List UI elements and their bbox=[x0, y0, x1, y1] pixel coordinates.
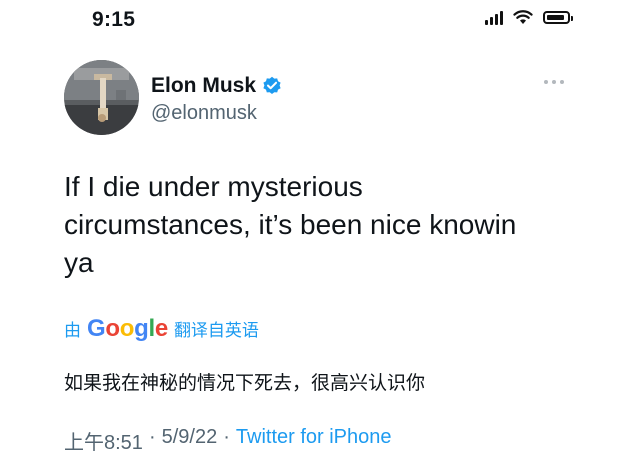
wifi-icon bbox=[513, 10, 533, 24]
google-logo-letter: g bbox=[134, 315, 149, 342]
avatar-image bbox=[64, 60, 139, 135]
google-logo-letter: o bbox=[119, 315, 135, 342]
tweet-source-link[interactable]: Twitter for iPhone bbox=[236, 426, 392, 455]
translation-attribution: 由 Google 翻译自英语 bbox=[64, 315, 259, 343]
tweet-metadata: 上午8:51 · 5/9/22 · Twitter for iPhone bbox=[64, 426, 392, 455]
meta-separator: · bbox=[148, 426, 156, 448]
translated-text: 如果我在神秘的情况下死去，很高兴认识你 bbox=[64, 373, 426, 394]
more-options-icon[interactable] bbox=[544, 80, 568, 90]
google-logo-letter: e bbox=[154, 315, 168, 342]
translated-by-label: 由 bbox=[64, 321, 81, 340]
tweet-text-line: circumstances, it’s been nice knowin bbox=[64, 209, 517, 240]
battery-icon bbox=[543, 11, 573, 24]
tweet-text-line: ya bbox=[64, 247, 94, 278]
google-logo-letter: o bbox=[105, 315, 120, 342]
status-bar: 9:15 bbox=[0, 0, 640, 44]
tweet-text: If I die under mysterious circumstances,… bbox=[64, 168, 604, 282]
status-icons bbox=[485, 10, 573, 25]
tweet-time[interactable]: 上午8:51 bbox=[64, 426, 143, 455]
cellular-signal-icon bbox=[485, 10, 503, 25]
status-time: 9:15 bbox=[92, 8, 136, 31]
author-name[interactable]: Elon Musk bbox=[151, 74, 256, 98]
author-handle[interactable]: @elonmusk bbox=[151, 102, 257, 125]
tweet-text-line: If I die under mysterious bbox=[64, 171, 363, 202]
avatar[interactable] bbox=[64, 60, 139, 135]
meta-separator: · bbox=[223, 426, 230, 448]
google-logo-letter: G bbox=[87, 315, 106, 342]
google-logo: Google bbox=[87, 315, 168, 343]
translated-from-english-link[interactable]: 翻译自英语 bbox=[174, 316, 259, 341]
author-name-row[interactable]: Elon Musk bbox=[151, 74, 282, 98]
verified-badge-icon bbox=[263, 76, 281, 94]
tweet-date[interactable]: 5/9/22 bbox=[162, 426, 218, 455]
